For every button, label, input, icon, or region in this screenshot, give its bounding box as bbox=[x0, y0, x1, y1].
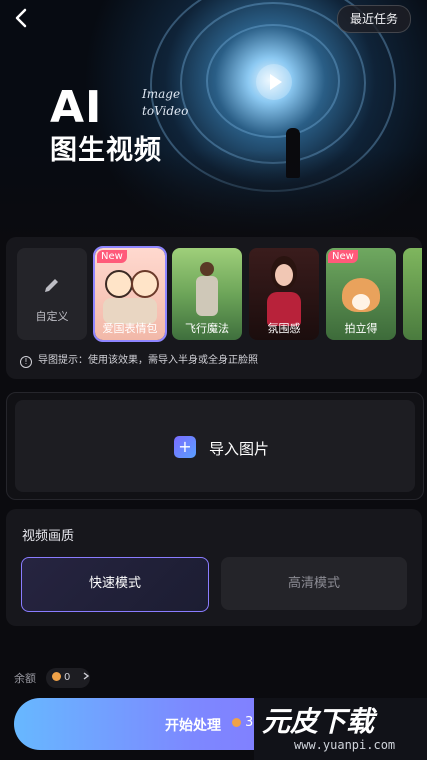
cartoon-face-illustration bbox=[105, 270, 133, 298]
import-image-button[interactable]: + 导入图片 bbox=[15, 400, 415, 492]
pencil-icon bbox=[45, 279, 58, 292]
cartoon-face-illustration bbox=[131, 270, 159, 298]
style-card-label: 氛围感 bbox=[267, 322, 301, 335]
import-tip: ! 导图提示：使用该效果，需导入半身或全身正脸照 bbox=[20, 351, 258, 368]
banner-subtitle: Image toVideo bbox=[142, 86, 188, 120]
style-card-custom[interactable]: 自定义 bbox=[17, 248, 87, 340]
person-head bbox=[200, 262, 214, 276]
balance-value: 0 bbox=[64, 672, 71, 683]
import-tip-text: 导图提示：使用该效果，需导入半身或全身正脸照 bbox=[38, 355, 258, 366]
balance-pill[interactable]: 0 bbox=[46, 668, 90, 688]
play-icon[interactable] bbox=[256, 64, 292, 100]
hd-mode-option[interactable]: 高清模式 bbox=[221, 557, 407, 610]
woman-face bbox=[275, 264, 293, 286]
style-card-label: 爱国表情包 bbox=[102, 322, 158, 335]
back-button[interactable] bbox=[10, 6, 34, 30]
recent-tasks-button[interactable]: 最近任务 bbox=[337, 5, 411, 33]
plus-icon: + bbox=[174, 436, 196, 458]
style-card-patriotic-emoji[interactable]: New 爱国表情包 bbox=[93, 246, 167, 342]
style-card-polaroid[interactable]: New 拍立得 bbox=[326, 248, 396, 340]
style-selector-panel: 自定义 New 爱国表情包 飞行魔法 氛围感 New 拍立得 ! 导图提示：使用该… bbox=[6, 237, 422, 379]
new-badge: New bbox=[328, 250, 358, 263]
watermark-url: www.yuanpi.com bbox=[294, 738, 396, 752]
import-image-label: 导入图片 bbox=[209, 440, 270, 458]
new-badge: New bbox=[97, 250, 127, 263]
chevron-left-icon bbox=[15, 8, 27, 28]
corgi-muzzle bbox=[352, 294, 370, 310]
coin-icon bbox=[232, 718, 241, 727]
balance-label: 余额 bbox=[14, 672, 36, 685]
watermark: 元皮下载 www.yuanpi.com bbox=[254, 698, 427, 760]
person-body bbox=[196, 276, 218, 316]
style-card-label: 飞行魔法 bbox=[185, 322, 229, 335]
style-card-flying-magic[interactable]: 飞行魔法 bbox=[172, 248, 242, 340]
watermark-text: 元皮下载 bbox=[262, 705, 375, 738]
style-card-atmosphere[interactable]: 氛围感 bbox=[249, 248, 319, 340]
banner-title: 图生视频 bbox=[50, 135, 162, 166]
style-card-label: 自定义 bbox=[35, 310, 69, 323]
start-process-label: 开始处理 bbox=[165, 718, 221, 734]
quality-title: 视频画质 bbox=[22, 529, 75, 544]
banner-subtitle-line1: Image bbox=[142, 87, 181, 101]
upload-panel: + 导入图片 bbox=[6, 392, 424, 500]
info-icon: ! bbox=[20, 356, 32, 368]
chevron-right-icon bbox=[83, 672, 89, 680]
banner-subtitle-line2: toVideo bbox=[142, 104, 189, 118]
style-card-partial[interactable] bbox=[403, 248, 422, 340]
style-card-label: 拍立得 bbox=[344, 322, 378, 335]
hero-banner: AI Image toVideo 图生视频 bbox=[0, 0, 427, 240]
coin-icon bbox=[52, 672, 61, 681]
banner-ai-text: AI bbox=[50, 82, 103, 133]
fast-mode-option[interactable]: 快速模式 bbox=[21, 557, 209, 612]
video-quality-panel: 视频画质 快速模式 高清模式 bbox=[6, 509, 422, 626]
